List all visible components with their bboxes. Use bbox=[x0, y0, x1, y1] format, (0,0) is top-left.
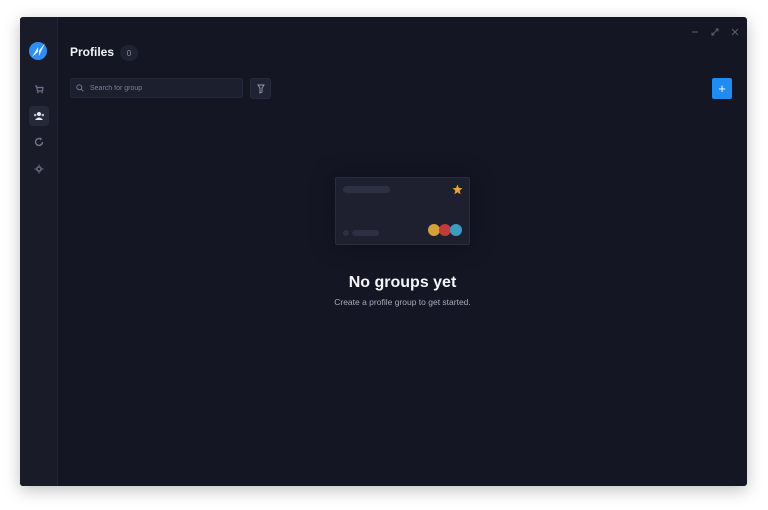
expand-icon bbox=[711, 28, 719, 36]
cart-icon bbox=[35, 85, 44, 94]
sidebar-item-proxies[interactable] bbox=[29, 132, 49, 152]
color-dot-blue bbox=[450, 224, 462, 236]
lightning-logo-icon bbox=[29, 42, 47, 60]
sidebar bbox=[20, 17, 58, 486]
refresh-icon bbox=[34, 137, 44, 147]
profile-count-badge: 0 bbox=[120, 45, 138, 61]
empty-state-illustration bbox=[335, 177, 470, 245]
page-title: Profiles bbox=[70, 45, 115, 59]
app-logo bbox=[27, 40, 49, 62]
search-input[interactable] bbox=[88, 83, 232, 93]
empty-state-title: No groups yet bbox=[348, 274, 457, 291]
maximize-button[interactable] bbox=[710, 27, 720, 37]
sidebar-item-tasks[interactable] bbox=[29, 79, 49, 99]
filter-icon bbox=[256, 84, 265, 94]
minimize-icon bbox=[692, 31, 698, 33]
users-icon bbox=[33, 112, 45, 120]
search-icon bbox=[76, 84, 84, 92]
app-window: Profiles 0 + No groups yet bbox=[20, 17, 747, 486]
add-group-button[interactable]: + bbox=[712, 78, 732, 99]
sidebar-item-settings[interactable] bbox=[29, 159, 49, 179]
main-content: Profiles 0 + No groups yet bbox=[58, 17, 747, 486]
star-icon bbox=[452, 184, 463, 195]
placeholder-bar bbox=[343, 186, 390, 193]
empty-state-subtitle: Create a profile group to get started. bbox=[334, 297, 471, 307]
placeholder-bar bbox=[352, 230, 379, 236]
minimize-button[interactable] bbox=[690, 27, 700, 37]
gear-icon bbox=[34, 164, 44, 174]
sidebar-item-profiles[interactable] bbox=[29, 106, 49, 126]
close-button[interactable] bbox=[730, 27, 740, 37]
filter-button[interactable] bbox=[250, 78, 271, 99]
search-box[interactable] bbox=[70, 78, 243, 98]
placeholder-dot bbox=[343, 230, 349, 236]
close-icon bbox=[731, 28, 739, 36]
